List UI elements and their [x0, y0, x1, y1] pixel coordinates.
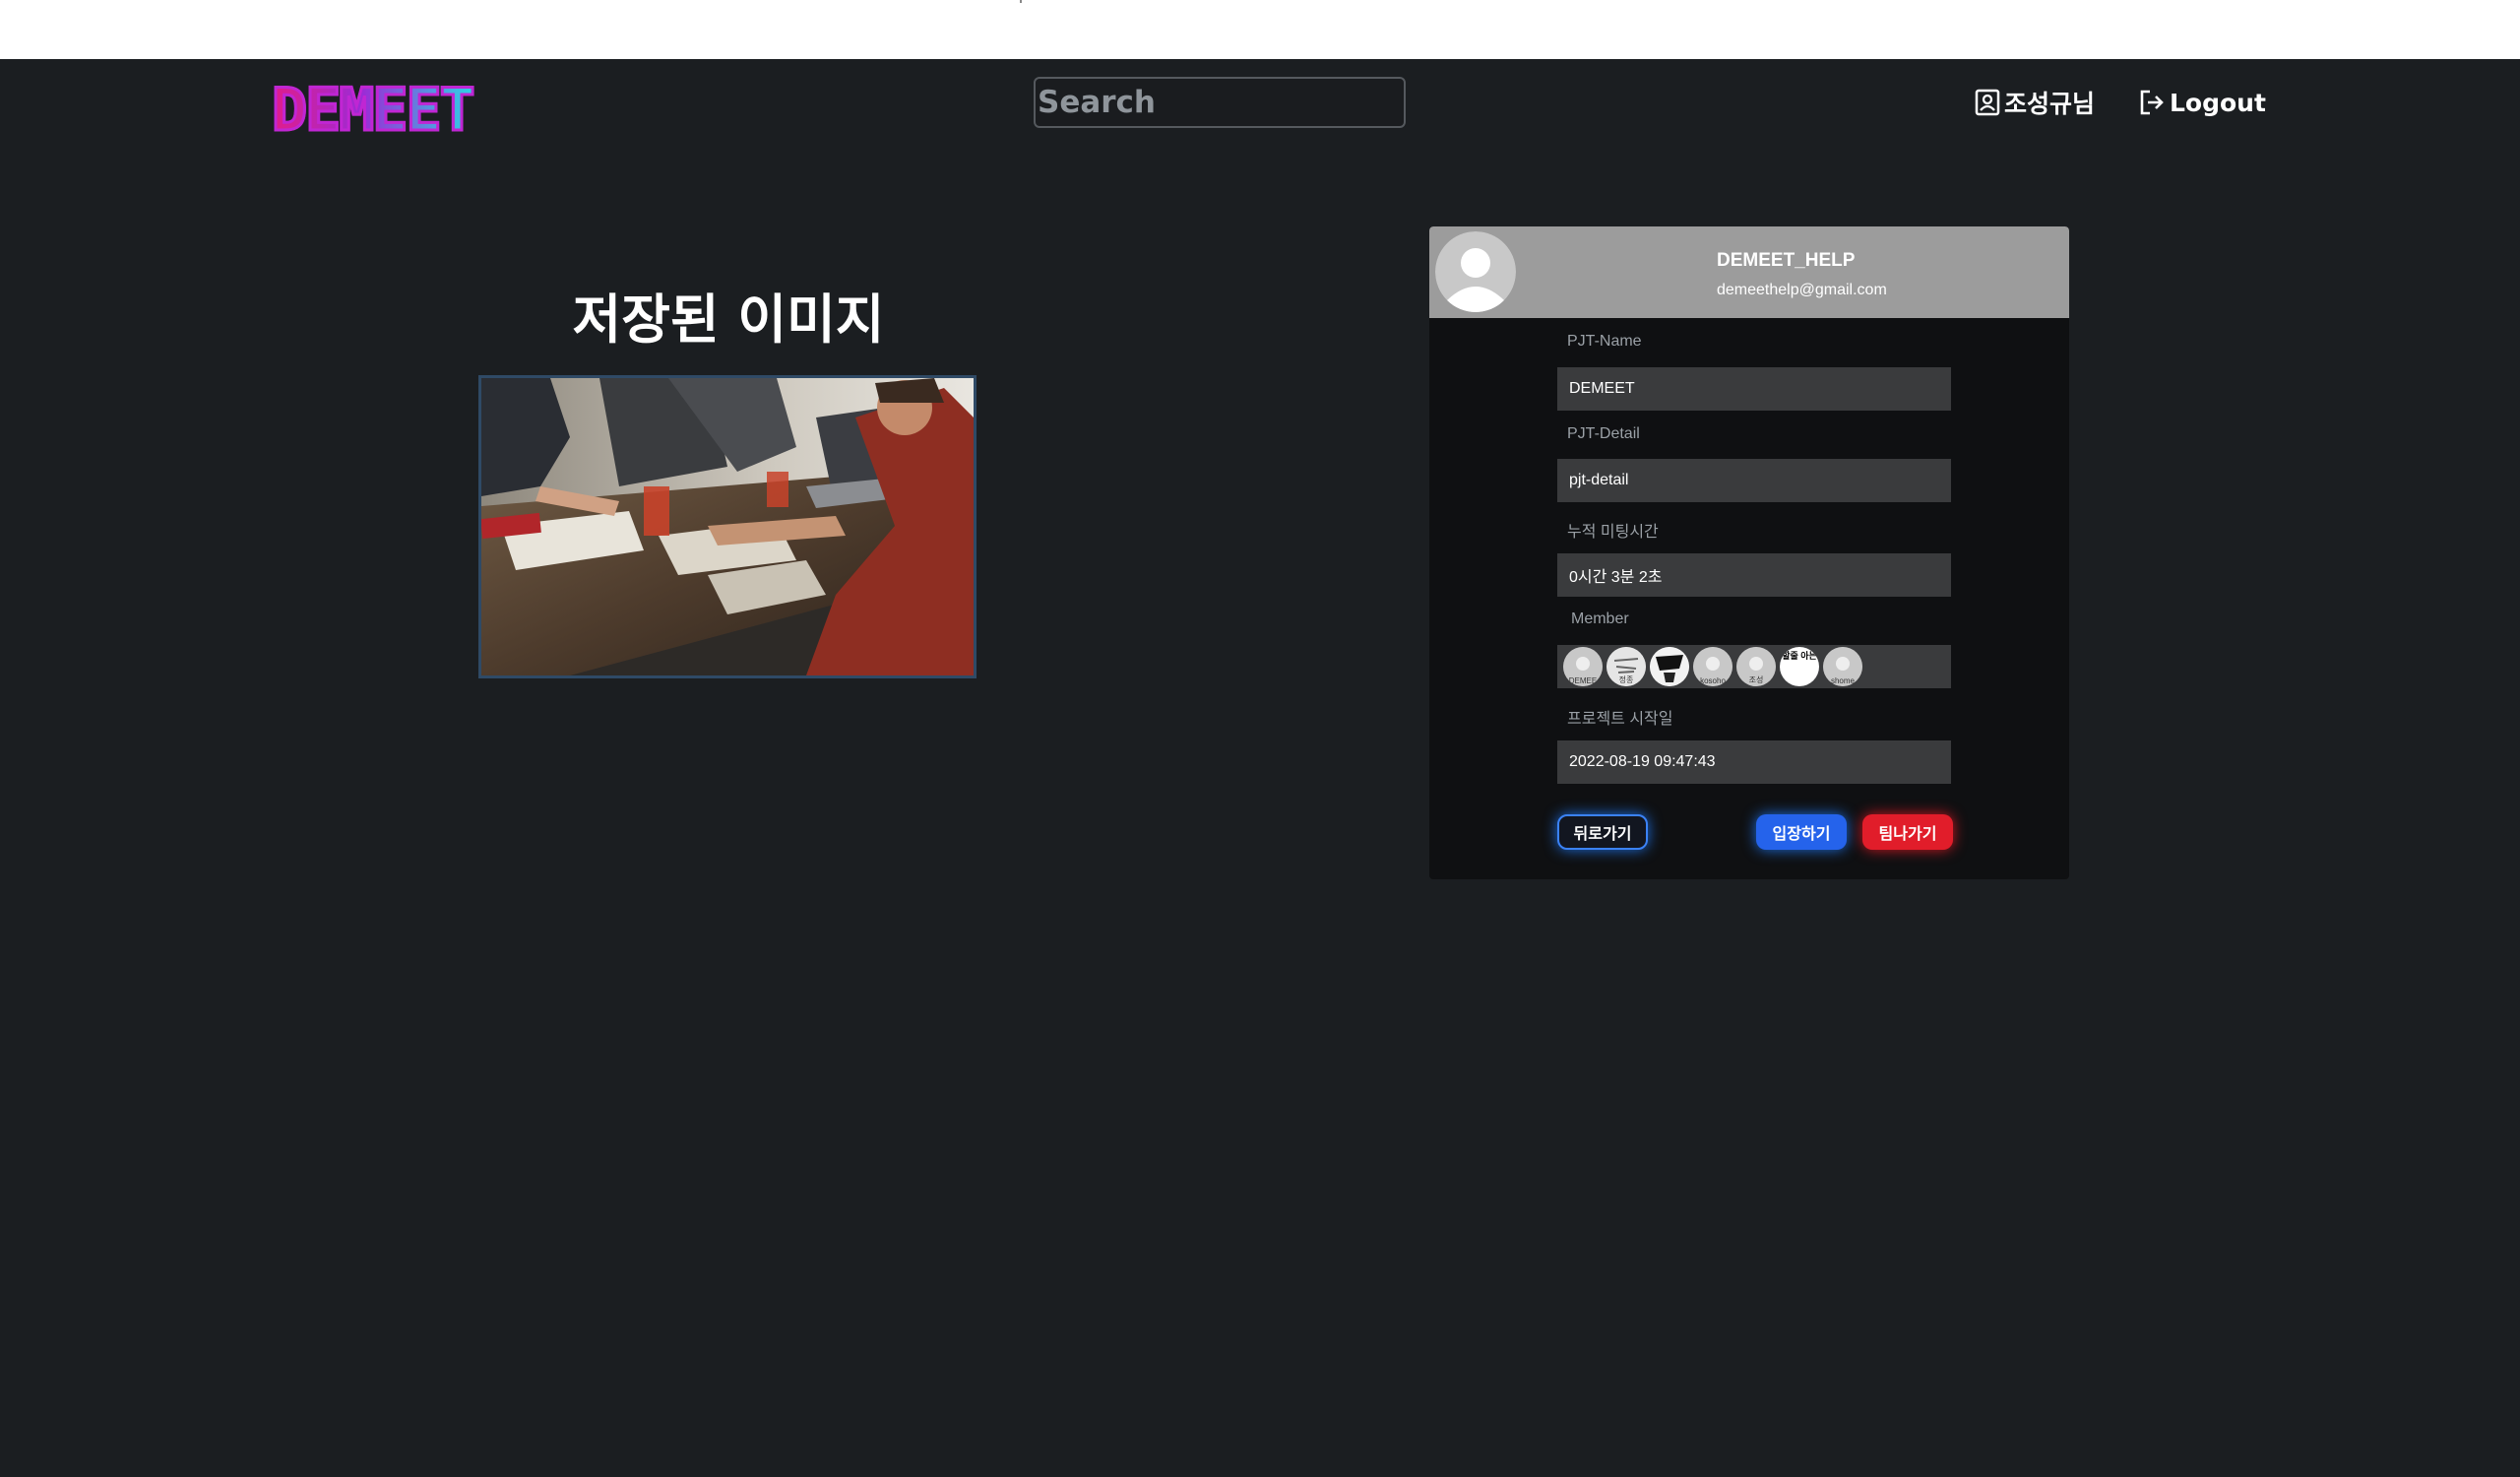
pjt-name-field: DEMEET	[1557, 367, 1951, 411]
enter-button[interactable]: 입장하기	[1756, 814, 1847, 850]
logout-label: Logout	[2170, 88, 2266, 117]
cursor-mark	[1020, 0, 1022, 3]
leave-team-button[interactable]: 팀나가기	[1862, 814, 1953, 850]
member-name: DEMEE	[1568, 676, 1598, 685]
default-avatar-icon	[1435, 231, 1516, 312]
card-header: DEMEET_HELP demeethelp@gmail.com	[1429, 226, 2069, 318]
project-info-card: DEMEET_HELP demeethelp@gmail.com PJT-Nam…	[1429, 226, 2069, 879]
pjt-detail-field: pjt-detail	[1557, 459, 1951, 502]
owner-email: demeethelp@gmail.com	[1717, 282, 1887, 298]
member-name: shome	[1830, 676, 1855, 685]
browser-top-strip	[0, 0, 2520, 59]
member-name: 조성	[1748, 675, 1764, 684]
meeting-time-field: 0시간 3분 2초	[1557, 553, 1951, 597]
member-avatar[interactable]: shome	[1823, 647, 1862, 686]
member-name: 할줄 아는	[1782, 651, 1817, 661]
member-avatar[interactable]: DEMEE	[1563, 647, 1603, 686]
member-list: DEMEE 정종 kosoho 조성 할줄 아는 shome	[1557, 645, 1951, 688]
user-name-label: 조성규님	[2004, 90, 2096, 118]
user-profile-link[interactable]: 조성규님	[1975, 83, 2095, 122]
member-name: kosoho	[1700, 676, 1726, 685]
member-avatar[interactable]: kosoho	[1693, 647, 1732, 686]
member-name: 정종	[1618, 675, 1634, 684]
demeet-logo[interactable]: DEMEET	[271, 80, 477, 142]
member-avatar[interactable]: 할줄 아는	[1780, 647, 1819, 686]
meeting-photo	[481, 378, 974, 675]
logout-link[interactable]: Logout	[2138, 83, 2266, 122]
meeting-time-label: 누적 미팅시간	[1567, 524, 1659, 541]
start-date-field: 2022-08-19 09:47:43	[1557, 740, 1951, 784]
owner-avatar	[1435, 231, 1516, 312]
logout-icon	[2140, 90, 2164, 115]
cartoon-avatar-icon	[1650, 647, 1689, 686]
member-avatar[interactable]	[1650, 647, 1689, 686]
pjt-detail-label: PJT-Detail	[1567, 425, 1640, 442]
member-avatar[interactable]: 조성	[1736, 647, 1776, 686]
saved-image[interactable]	[478, 375, 976, 678]
search-input[interactable]	[1034, 77, 1406, 128]
back-button[interactable]: 뒤로가기	[1557, 814, 1648, 850]
start-date-label: 프로젝트 시작일	[1567, 711, 1673, 728]
member-avatar[interactable]: 정종	[1606, 647, 1646, 686]
member-label: Member	[1571, 610, 1629, 627]
owner-name: DEMEET_HELP	[1717, 250, 1856, 271]
pjt-name-label: PJT-Name	[1567, 333, 1642, 350]
user-card-icon	[1975, 89, 2000, 116]
saved-image-title: 저장된 이미지	[572, 289, 885, 351]
